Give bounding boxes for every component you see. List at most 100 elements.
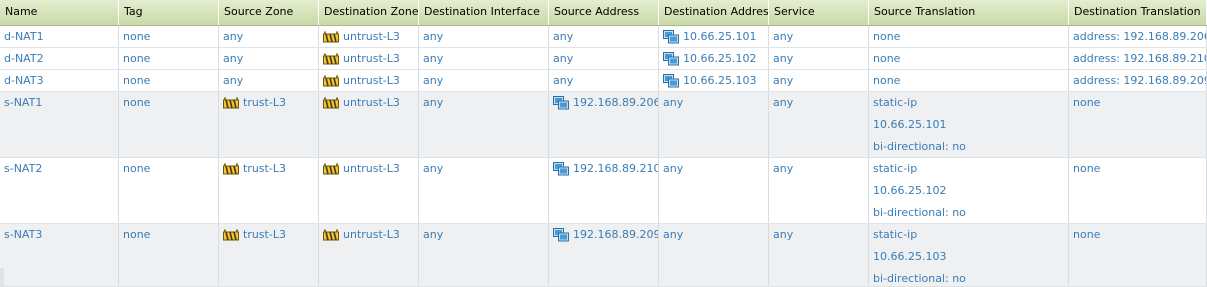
destination-translation-text: none [1073, 96, 1101, 109]
destination-translation-line: address: 192.168.89.209 [1073, 70, 1206, 91]
service-text: any [773, 162, 794, 175]
service-line: any [773, 26, 868, 47]
cell-destination-address: any [659, 158, 769, 223]
destination-translation-text: address: 192.168.89.209 [1073, 74, 1207, 87]
service-line: any [773, 92, 868, 114]
table-row[interactable]: s-NAT1 none trust-L3 untrust-L3 any 192.168.8… [0, 92, 1207, 158]
destination-translation-text: none [1073, 162, 1101, 175]
destination-address-text: any [663, 162, 684, 175]
source-address-line: any [553, 26, 658, 47]
destination-translation-line: none [1073, 158, 1206, 180]
service-line: any [773, 70, 868, 91]
source-address-line: 192.168.89.209 [553, 224, 658, 246]
cell-destination-address: 10.66.25.101 [659, 26, 769, 47]
destination-address-line: any [663, 158, 768, 180]
cell-tag: none [119, 92, 219, 157]
column-header-tag[interactable]: Tag [119, 0, 219, 25]
table-row[interactable]: d-NAT2 none any untrust-L3 any any 10.66.25.10… [0, 48, 1207, 70]
service-line: any [773, 224, 868, 246]
source-translation-line: none [873, 70, 1068, 91]
service-text: any [773, 96, 794, 109]
cell-source-zone: trust-L3 [219, 158, 319, 223]
destination-translation-line: none [1073, 224, 1206, 246]
destination-translation-line: address: 192.168.89.206 [1073, 26, 1206, 47]
cell-service: any [769, 26, 869, 47]
column-header-destination-interface[interactable]: Destination Interface [419, 0, 549, 25]
destination-translation-line: none [1073, 92, 1206, 114]
destination-interface-text: any [423, 228, 444, 241]
column-header-source-translation[interactable]: Source Translation [869, 0, 1069, 25]
tag-text: none [123, 30, 151, 43]
cell-destination-translation: none [1069, 158, 1207, 223]
service-line: any [773, 48, 868, 69]
column-header-destination-zone[interactable]: Destination Zone [319, 0, 419, 25]
source-translation-line: static-ip [873, 158, 1068, 180]
address-object-icon [663, 30, 679, 44]
cell-destination-translation: address: 192.168.89.206 [1069, 26, 1207, 47]
nat-policy-table: Name Tag Source Zone Destination Zone Destin… [0, 0, 1207, 287]
destination-zone-line: untrust-L3 [323, 92, 418, 114]
source-translation-text: bi-directional: no [873, 206, 966, 219]
cell-source-translation: static-ip 10.66.25.102 bi-directional: no [869, 158, 1069, 223]
source-zone-line: trust-L3 [223, 92, 318, 114]
name-text[interactable]: d-NAT2 [4, 48, 44, 69]
destination-address-line: any [663, 224, 768, 246]
cell-source-translation: static-ip 10.66.25.101 bi-directional: no [869, 92, 1069, 157]
column-header-name[interactable]: Name [0, 0, 119, 25]
source-translation-line: static-ip [873, 92, 1068, 114]
name-text[interactable]: s-NAT2 [4, 158, 42, 180]
table-row[interactable]: d-NAT3 none any untrust-L3 any any 10.66.25.10… [0, 70, 1207, 92]
table-row[interactable]: s-NAT3 none trust-L3 untrust-L3 any 192.168.8… [0, 224, 1207, 287]
source-address-text: any [553, 30, 574, 43]
column-header-source-zone[interactable]: Source Zone [219, 0, 319, 25]
name-text[interactable]: d-NAT1 [4, 26, 44, 47]
name-text[interactable]: s-NAT1 [4, 92, 42, 114]
source-translation-text: 10.66.25.101 [873, 118, 947, 131]
cell-source-zone: trust-L3 [219, 224, 319, 286]
cell-name: s-NAT1 [0, 92, 119, 157]
table-row[interactable]: s-NAT2 none trust-L3 untrust-L3 any 192.168.8… [0, 158, 1207, 224]
address-object-icon [663, 74, 679, 88]
column-header-destination-translation[interactable]: Destination Translation [1069, 0, 1207, 25]
source-translation-text: static-ip [873, 228, 918, 241]
tag-line: none [123, 224, 218, 246]
source-zone-line: any [223, 26, 318, 47]
resize-handle[interactable] [0, 268, 4, 287]
destination-interface-line: any [423, 26, 548, 47]
source-translation-line: bi-directional: no [873, 136, 1068, 157]
destination-zone-text: untrust-L3 [343, 96, 400, 109]
column-header-destination-address[interactable]: Destination Address [659, 0, 769, 25]
tag-text: none [123, 74, 151, 87]
cell-destination-address: 10.66.25.102 [659, 48, 769, 69]
tag-text: none [123, 52, 151, 65]
tag-text: none [123, 162, 151, 175]
source-zone-line: trust-L3 [223, 158, 318, 180]
source-address-text: 192.168.89.210 [573, 162, 659, 175]
destination-zone-text: untrust-L3 [343, 162, 400, 175]
source-address-line: 192.168.89.206 [553, 92, 658, 114]
tag-line: none [123, 158, 218, 180]
destination-interface-line: any [423, 48, 548, 69]
cell-name: d-NAT1 [0, 26, 119, 47]
cell-service: any [769, 70, 869, 91]
cell-source-address: any [549, 70, 659, 91]
destination-zone-text: untrust-L3 [343, 228, 400, 241]
table-row[interactable]: d-NAT1 none any untrust-L3 any any 10.66.25.10… [0, 26, 1207, 48]
cell-destination-interface: any [419, 26, 549, 47]
source-translation-text: bi-directional: no [873, 140, 966, 153]
zone-icon [323, 53, 339, 65]
destination-address-text: any [663, 228, 684, 241]
name-text[interactable]: s-NAT3 [4, 224, 42, 246]
destination-zone-line: untrust-L3 [323, 224, 418, 246]
cell-source-address: 192.168.89.210 [549, 158, 659, 223]
cell-source-translation: none [869, 48, 1069, 69]
name-text[interactable]: d-NAT3 [4, 70, 44, 91]
name-line: s-NAT2 [4, 158, 118, 180]
zone-icon [323, 75, 339, 87]
source-zone-line: any [223, 70, 318, 91]
column-header-service[interactable]: Service [769, 0, 869, 25]
zone-icon [223, 229, 239, 241]
column-header-source-address[interactable]: Source Address [549, 0, 659, 25]
source-translation-line: 10.66.25.102 [873, 180, 1068, 202]
zone-icon [223, 163, 239, 175]
